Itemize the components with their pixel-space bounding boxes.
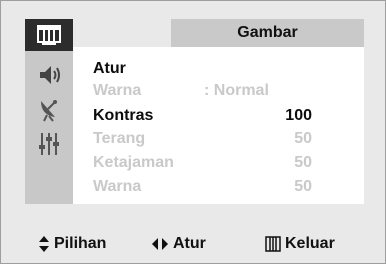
menu-item-ketajaman-label: Ketajaman [93, 154, 174, 171]
help-exit: Keluar [265, 232, 335, 256]
menu-item-ketajaman-value: 50 [294, 154, 312, 171]
help-adjust: Atur [151, 232, 206, 256]
menu-item-warna2-value: 50 [294, 178, 312, 195]
help-select-label: Pilihan [54, 235, 107, 252]
help-exit-label: Keluar [285, 235, 335, 252]
menu-item-kontras-value[interactable]: 100 [250, 106, 312, 126]
menu-item-warna-label: Warna [93, 82, 142, 99]
menu-item-kontras-label[interactable]: Kontras [93, 106, 153, 126]
help-adjust-label: Atur [173, 235, 206, 252]
picture-icon[interactable] [25, 19, 73, 51]
menu-icon [265, 236, 281, 252]
page-title: Gambar [171, 19, 364, 47]
menu-item-warna2-label: Warna [93, 178, 142, 195]
equalizer-icon[interactable] [25, 128, 73, 160]
menu-item-terang-value: 50 [294, 130, 312, 147]
menu-item-atur-label[interactable]: Atur [93, 59, 126, 79]
satellite-dish-icon[interactable] [25, 94, 73, 126]
help-select: Pilihan [38, 232, 106, 256]
left-right-arrow-icon [151, 237, 169, 251]
up-down-arrow-icon [38, 235, 50, 253]
menu-item-terang-label: Terang [93, 130, 146, 147]
category-sidebar [25, 19, 73, 204]
speaker-icon[interactable] [25, 59, 73, 91]
menu-item-warna-value: : Normal [204, 82, 269, 99]
